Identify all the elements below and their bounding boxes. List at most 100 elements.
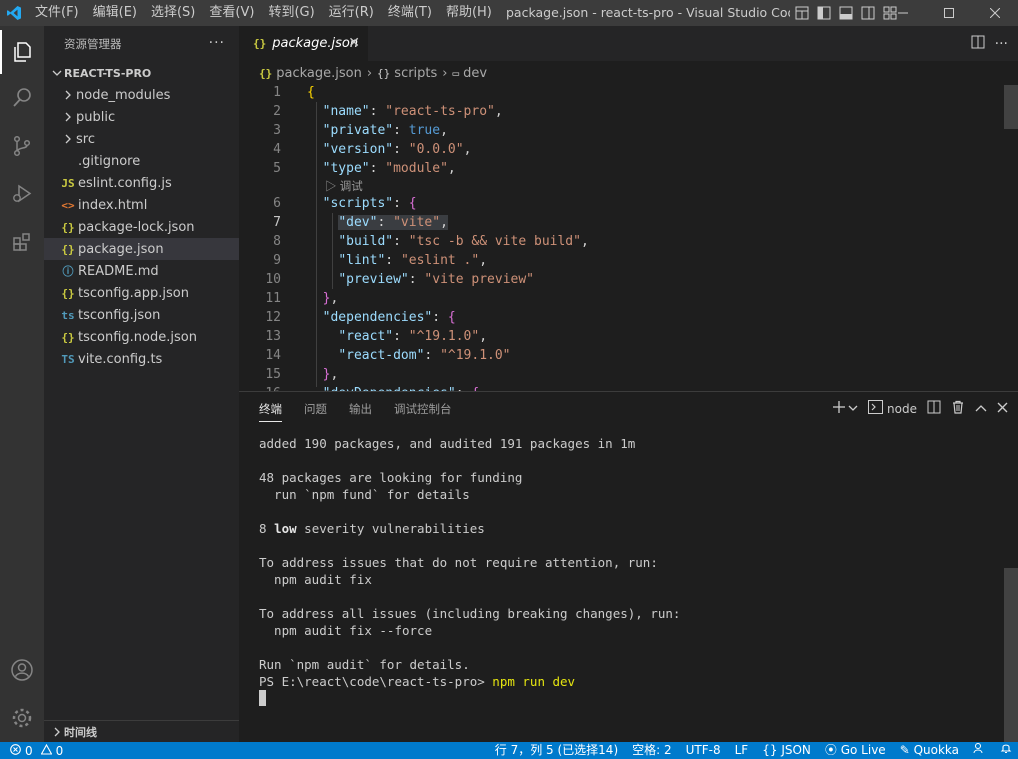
- file-type-icon: {}: [61, 242, 75, 256]
- line-number: 14: [265, 348, 281, 363]
- line-number: 5: [273, 161, 281, 176]
- line-text: "dev": "vite",: [338, 215, 448, 230]
- menu-item[interactable]: 选择(S): [144, 0, 202, 26]
- menu-item[interactable]: 查看(V): [202, 0, 261, 26]
- run-debug-icon[interactable]: [0, 172, 44, 216]
- extensions-icon[interactable]: [0, 220, 44, 264]
- search-icon[interactable]: [0, 76, 44, 120]
- file-tree: node_modules public src .gitignore JS eslint.…: [44, 84, 239, 370]
- line-text: },: [322, 291, 339, 306]
- line-text: "react": "^19.1.0",: [338, 329, 488, 344]
- go-live-label: Go Live: [840, 743, 886, 757]
- panel-tab[interactable]: 终端: [259, 392, 282, 422]
- file-item[interactable]: {} package.json: [44, 238, 239, 260]
- line-text: "build": "tsc -b && vite build",: [338, 234, 589, 249]
- timeline-section[interactable]: 时间线: [44, 720, 239, 742]
- split-editor-icon[interactable]: [971, 35, 985, 53]
- customize-layout-icon[interactable]: [794, 5, 810, 21]
- terminal-dropdown-icon[interactable]: [848, 402, 858, 417]
- feedback-icon[interactable]: [973, 742, 986, 759]
- new-terminal-icon[interactable]: [832, 400, 846, 418]
- menu-item[interactable]: 运行(R): [322, 0, 381, 26]
- chevron-right-icon: ›: [442, 65, 448, 81]
- accounts-icon[interactable]: [0, 648, 44, 692]
- file-item[interactable]: {} tsconfig.app.json: [44, 282, 239, 304]
- terminal-scrollbar[interactable]: [1004, 568, 1018, 742]
- split-terminal-icon[interactable]: [927, 400, 941, 418]
- editor-more-icon[interactable]: ···: [995, 36, 1008, 52]
- json-file-icon: {}: [253, 37, 267, 50]
- folder-item[interactable]: node_modules: [44, 84, 239, 106]
- line-text: "dependencies": {: [322, 310, 456, 325]
- code-editor[interactable]: 1{2 "name": "react-ts-pro", 3 "private": …: [239, 85, 1018, 391]
- editor-scrollbar[interactable]: [1004, 85, 1018, 391]
- panel-tab[interactable]: 问题: [304, 392, 327, 426]
- close-window-button[interactable]: [972, 0, 1018, 26]
- menu-item[interactable]: 编辑(E): [86, 0, 144, 26]
- folder-item[interactable]: src: [44, 128, 239, 150]
- project-root-label: REACT-TS-PRO: [64, 66, 152, 80]
- panel-tab[interactable]: 输出: [349, 392, 372, 426]
- toggle-panel-icon[interactable]: [838, 5, 854, 21]
- line-number: 3: [273, 123, 281, 138]
- chevron-right-icon: [60, 112, 76, 122]
- folder-item[interactable]: public: [44, 106, 239, 128]
- source-control-icon[interactable]: [0, 124, 44, 168]
- menu-item[interactable]: 转到(G): [261, 0, 321, 26]
- maximize-panel-icon[interactable]: [975, 402, 987, 417]
- end-of-line[interactable]: LF: [735, 742, 749, 759]
- quokka-button[interactable]: ✎ Quokka: [900, 742, 959, 759]
- tab-package-json[interactable]: {} package.json ✕: [239, 26, 368, 61]
- breadcrumb-scripts[interactable]: scripts: [394, 66, 437, 81]
- problems-status[interactable]: 0 0: [10, 742, 63, 759]
- code-line: 16 "devDependencies": {: [239, 384, 1004, 391]
- maximize-button[interactable]: [926, 0, 972, 26]
- file-type-icon: {}: [61, 220, 75, 234]
- menu-item[interactable]: 帮助(H): [439, 0, 499, 26]
- status-bar: 0 0 行 7，列 5 (已选择14) 空格: 2 UTF-8 LF {} JS…: [0, 742, 1018, 759]
- file-item[interactable]: {} package-lock.json: [44, 216, 239, 238]
- explorer-icon[interactable]: [0, 30, 44, 74]
- line-text: "version": "0.0.0",: [322, 142, 472, 157]
- chevron-right-icon: [60, 134, 76, 144]
- file-item[interactable]: .gitignore: [44, 150, 239, 172]
- file-item[interactable]: JS eslint.config.js: [44, 172, 239, 194]
- close-panel-icon[interactable]: [997, 402, 1008, 417]
- tree-item-label: .gitignore: [78, 153, 141, 169]
- panel-tab[interactable]: 调试控制台: [394, 392, 452, 426]
- code-line: 3 "private": true,: [239, 121, 1004, 140]
- cursor-position[interactable]: 行 7，列 5 (已选择14): [495, 742, 618, 759]
- breadcrumb-dev[interactable]: dev: [463, 66, 487, 81]
- close-tab-icon[interactable]: ✕: [348, 35, 360, 51]
- kill-terminal-trash-icon[interactable]: [951, 400, 965, 418]
- line-number: 8: [273, 234, 281, 249]
- menu-item[interactable]: 文件(F): [28, 0, 86, 26]
- more-actions-icon[interactable]: ···: [209, 35, 225, 51]
- file-item[interactable]: {} tsconfig.node.json: [44, 326, 239, 348]
- project-root-folder[interactable]: REACT-TS-PRO: [44, 62, 239, 84]
- settings-gear-icon[interactable]: [0, 696, 44, 740]
- toggle-sidebar-icon[interactable]: [816, 5, 832, 21]
- terminal-name[interactable]: node: [887, 402, 917, 416]
- file-item[interactable]: ⓘ README.md: [44, 260, 239, 282]
- file-item[interactable]: <> index.html: [44, 194, 239, 216]
- minimize-button[interactable]: [880, 0, 926, 26]
- file-item[interactable]: ts tsconfig.json: [44, 304, 239, 326]
- line-text: },: [322, 367, 339, 382]
- encoding[interactable]: UTF-8: [686, 742, 721, 759]
- language-mode[interactable]: {} JSON: [762, 742, 811, 759]
- toggle-secondary-sidebar-icon[interactable]: [860, 5, 876, 21]
- quokka-icon: ✎: [899, 743, 914, 757]
- go-live-button[interactable]: ⦿ Go Live: [825, 742, 886, 759]
- indentation[interactable]: 空格: 2: [632, 742, 672, 759]
- file-item[interactable]: TS vite.config.ts: [44, 348, 239, 370]
- terminal-output[interactable]: added 190 packages, and audited 191 pack…: [259, 435, 999, 707]
- notifications-bell-icon[interactable]: [1000, 742, 1012, 759]
- menu-item[interactable]: 终端(T): [381, 0, 439, 26]
- breadcrumb-file[interactable]: package.json: [276, 66, 362, 81]
- menu-bar: 文件(F) 编辑(E) 选择(S) 查看(V) 转到(G) 运行(R) 终端(T) 帮助(H): [28, 0, 499, 26]
- debug-codelens[interactable]: ▷ 调试: [325, 179, 363, 195]
